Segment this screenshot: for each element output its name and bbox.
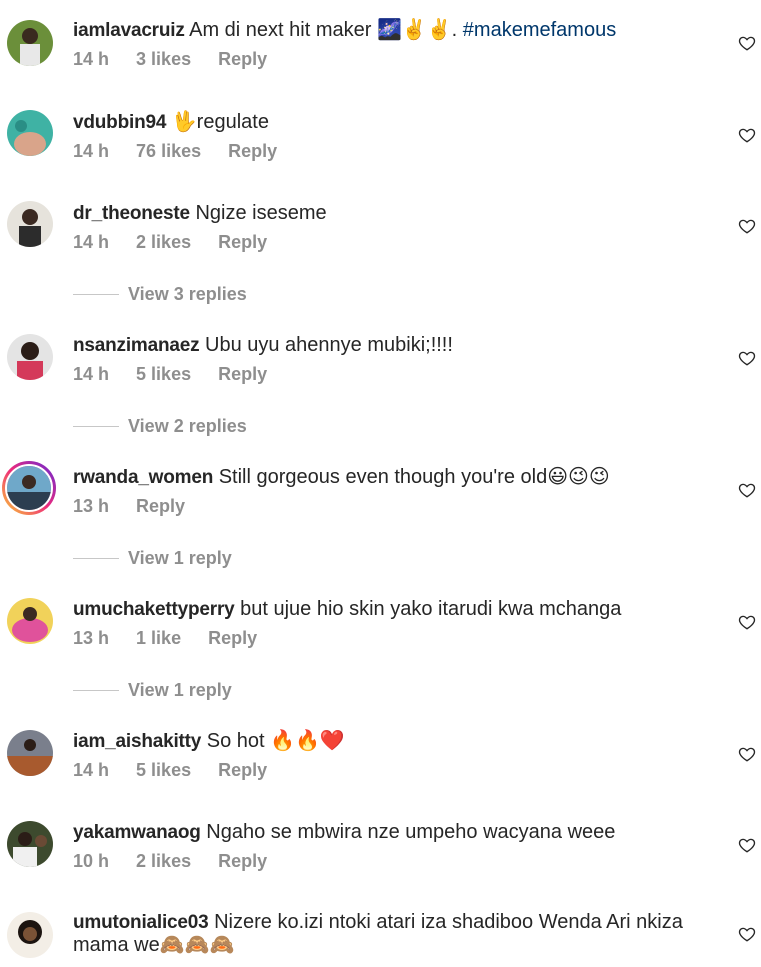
comment-item: dr_theoneste Ngize iseseme 14 h 2 likes … — [0, 201, 761, 311]
heart-outline-icon[interactable] — [738, 126, 756, 144]
avatar[interactable] — [7, 912, 53, 958]
comment-time: 14 h — [73, 364, 110, 384]
replies-divider — [73, 558, 119, 559]
reply-button[interactable]: Reply — [136, 496, 185, 516]
avatar[interactable] — [7, 730, 53, 776]
comment-username[interactable]: dr_theoneste — [73, 203, 190, 224]
comment-time: 14 h — [73, 49, 110, 69]
view-replies-button[interactable]: View 1 reply — [73, 678, 373, 702]
comment-item: iam_aishakitty So hot 🔥🔥❤️ 14 h 5 likes … — [0, 729, 761, 789]
avatar[interactable] — [7, 598, 53, 644]
avatar[interactable] — [7, 821, 53, 867]
comment-text: 🖖regulate — [171, 111, 269, 133]
comment-hashtag[interactable]: #makemefamous — [463, 19, 616, 41]
comment-line: rwanda_women Still gorgeous even though … — [73, 465, 723, 490]
comment-likes[interactable]: 2 likes — [136, 851, 191, 871]
comment-line: iamlavacruiz Am di next hit maker 🌌✌️✌️.… — [73, 18, 723, 43]
view-replies-label[interactable]: View 2 replies — [128, 414, 247, 438]
comment-line: nsanzimanaez Ubu uyu ahennye mubiki;!!!! — [73, 333, 723, 358]
comment-time: 10 h — [73, 851, 110, 871]
heart-outline-icon[interactable] — [738, 613, 756, 631]
comment-time: 13 h — [73, 496, 110, 516]
view-replies-button[interactable]: View 3 replies — [73, 282, 373, 306]
replies-divider — [73, 294, 119, 295]
comment-line: iam_aishakitty So hot 🔥🔥❤️ — [73, 729, 723, 754]
comment-meta: 13 h Reply — [73, 496, 207, 517]
comment-username[interactable]: vdubbin94 — [73, 112, 166, 133]
comment-time: 13 h — [73, 628, 110, 648]
heart-outline-icon[interactable] — [738, 836, 756, 854]
comment-username[interactable]: yakamwanaog — [73, 822, 201, 843]
comment-meta: 14 h 76 likes Reply — [73, 141, 299, 162]
comment-text: Ubu uyu ahennye mubiki;!!!! — [205, 334, 453, 356]
comment-line: vdubbin94 🖖regulate — [73, 110, 723, 135]
avatar[interactable] — [7, 20, 53, 66]
comment-likes[interactable]: 3 likes — [136, 49, 191, 69]
comment-username[interactable]: nsanzimanaez — [73, 335, 200, 356]
comment-item: vdubbin94 🖖regulate 14 h 76 likes Reply — [0, 110, 761, 170]
comment-text: Still gorgeous even though you're old😃😉😉 — [218, 466, 610, 488]
comment-likes[interactable]: 76 likes — [136, 141, 201, 161]
heart-outline-icon[interactable] — [738, 34, 756, 52]
comment-username[interactable]: umuchakettyperry — [73, 599, 235, 620]
comment-item: umuchakettyperry but ujue hio skin yako … — [0, 597, 761, 707]
comment-meta: 10 h 2 likes Reply — [73, 851, 289, 872]
reply-button[interactable]: Reply — [218, 760, 267, 780]
comment-meta: 14 h 3 likes Reply — [73, 49, 289, 70]
avatar[interactable] — [7, 201, 53, 247]
comment-meta: 14 h 2 likes Reply — [73, 232, 289, 253]
reply-button[interactable]: Reply — [218, 232, 267, 252]
replies-divider — [73, 426, 119, 427]
avatar[interactable] — [7, 334, 53, 380]
reply-button[interactable]: Reply — [218, 851, 267, 871]
comment-meta: 13 h 1 like Reply — [73, 628, 279, 649]
comment-item: iamlavacruiz Am di next hit maker 🌌✌️✌️.… — [0, 18, 761, 78]
replies-divider — [73, 690, 119, 691]
comment-meta: 14 h 5 likes Reply — [73, 760, 289, 781]
comment-line: umutonialice03 Nizere ko.izi ntoki atari… — [73, 911, 723, 957]
comment-text: So hot 🔥🔥❤️ — [206, 730, 345, 752]
comment-item: umutonialice03 Nizere ko.izi ntoki atari… — [0, 911, 761, 967]
comment-username[interactable]: iam_aishakitty — [73, 731, 201, 752]
heart-outline-icon[interactable] — [738, 481, 756, 499]
comment-username[interactable]: iamlavacruiz — [73, 20, 185, 41]
avatar[interactable] — [7, 110, 53, 156]
comment-item: rwanda_women Still gorgeous even though … — [0, 461, 761, 575]
reply-button[interactable]: Reply — [218, 364, 267, 384]
comment-text: Ngaho se mbwira nze umpeho wacyana weee — [206, 821, 616, 843]
comment-text: Am di next hit maker 🌌✌️✌️. — [189, 19, 463, 41]
comment-meta: 14 h 5 likes Reply — [73, 364, 289, 385]
reply-button[interactable]: Reply — [218, 49, 267, 69]
comment-line: dr_theoneste Ngize iseseme — [73, 201, 723, 226]
comment-text: but ujue hio skin yako itarudi kwa mchan… — [240, 598, 622, 620]
comment-username[interactable]: rwanda_women — [73, 467, 213, 488]
comments-feed: iamlavacruiz Am di next hit maker 🌌✌️✌️.… — [0, 0, 761, 967]
view-replies-label[interactable]: View 1 reply — [128, 678, 232, 702]
comment-time: 14 h — [73, 141, 110, 161]
comment-line: yakamwanaog Ngaho se mbwira nze umpeho w… — [73, 820, 723, 845]
view-replies-button[interactable]: View 2 replies — [73, 414, 373, 438]
heart-outline-icon[interactable] — [738, 925, 756, 943]
heart-outline-icon[interactable] — [738, 745, 756, 763]
view-replies-label[interactable]: View 1 reply — [128, 546, 232, 570]
comment-likes[interactable]: 1 like — [136, 628, 181, 648]
reply-button[interactable]: Reply — [208, 628, 257, 648]
comment-item: yakamwanaog Ngaho se mbwira nze umpeho w… — [0, 820, 761, 880]
comment-likes[interactable]: 2 likes — [136, 232, 191, 252]
comment-likes[interactable]: 5 likes — [136, 364, 191, 384]
comment-item: nsanzimanaez Ubu uyu ahennye mubiki;!!!!… — [0, 333, 761, 443]
heart-outline-icon[interactable] — [738, 349, 756, 367]
comment-likes[interactable]: 5 likes — [136, 760, 191, 780]
view-replies-label[interactable]: View 3 replies — [128, 282, 247, 306]
comment-username[interactable]: umutonialice03 — [73, 912, 209, 933]
comment-time: 14 h — [73, 760, 110, 780]
comment-line: umuchakettyperry but ujue hio skin yako … — [73, 597, 723, 622]
comment-text: Ngize iseseme — [195, 202, 327, 224]
reply-button[interactable]: Reply — [228, 141, 277, 161]
comment-time: 14 h — [73, 232, 110, 252]
avatar-story-ring[interactable] — [2, 461, 56, 515]
avatar — [5, 464, 53, 512]
heart-outline-icon[interactable] — [738, 217, 756, 235]
view-replies-button[interactable]: View 1 reply — [73, 546, 373, 570]
